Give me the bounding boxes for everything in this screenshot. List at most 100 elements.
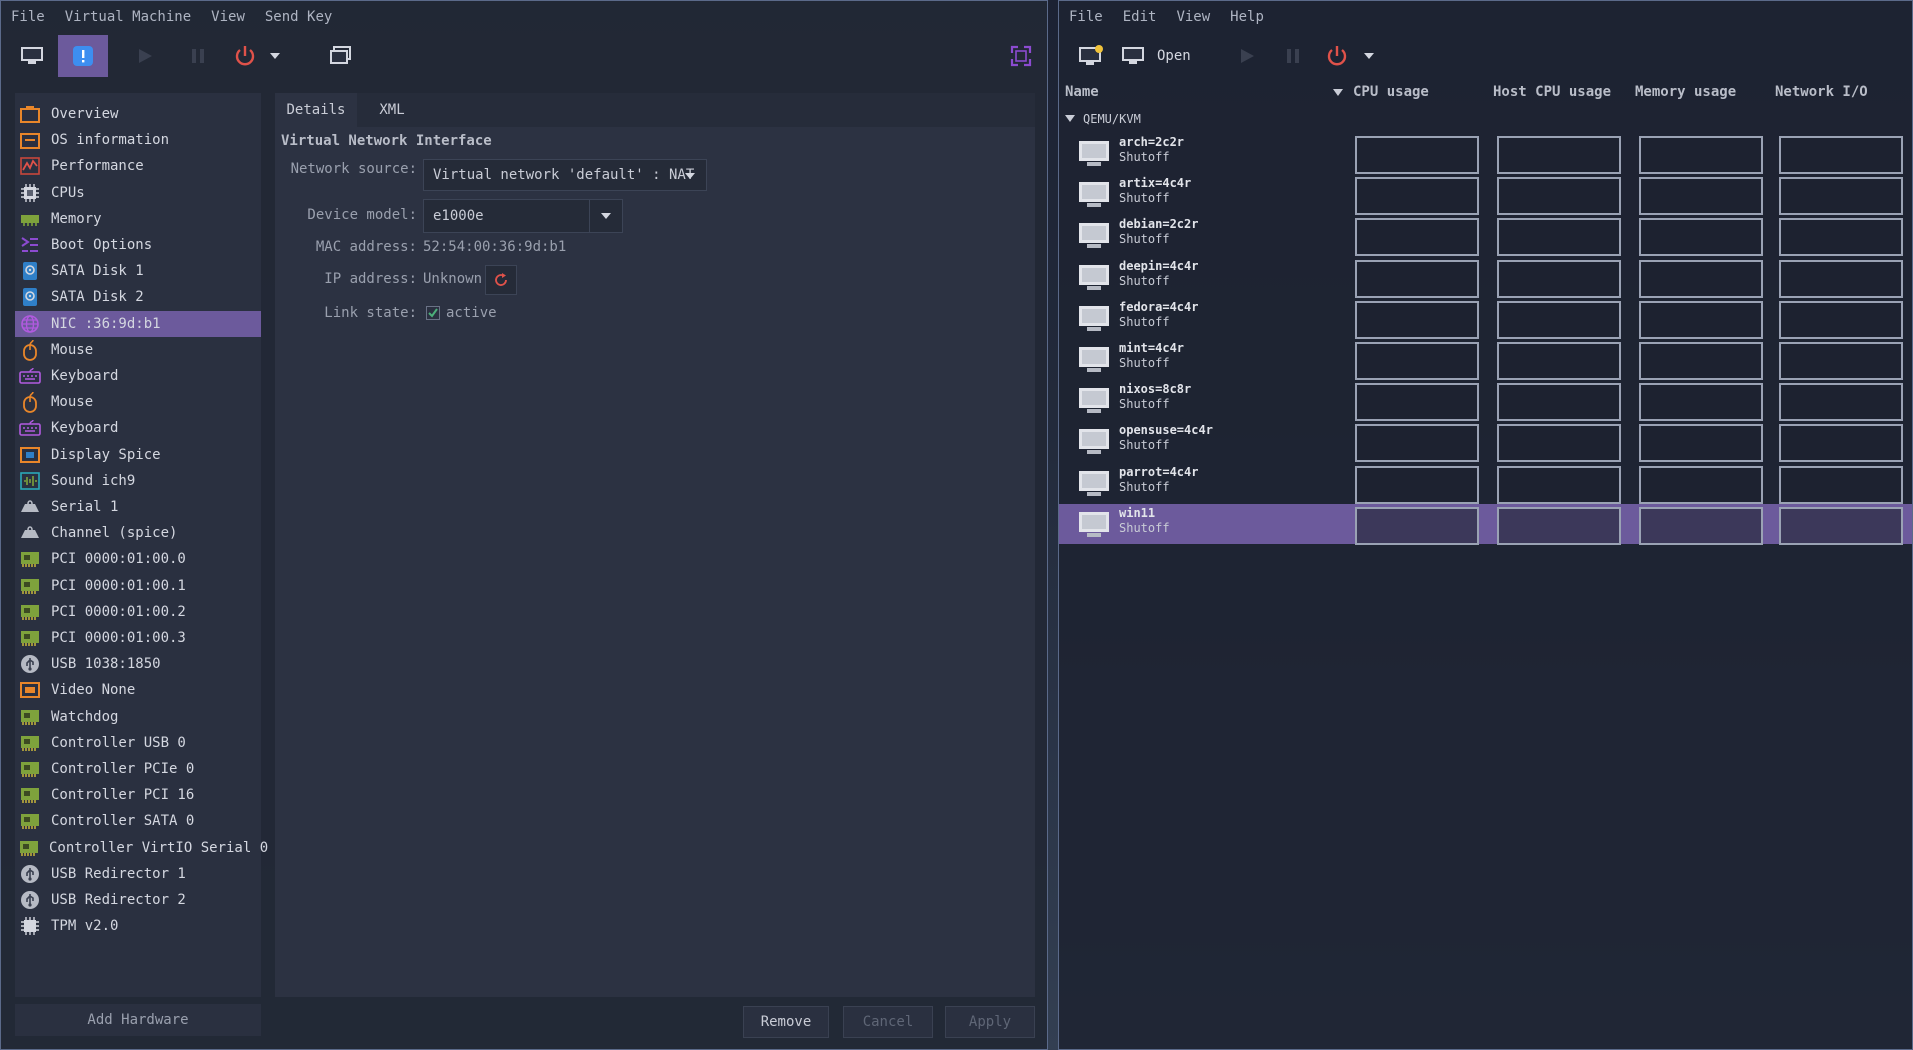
column-host-cpu-usage[interactable]: Host CPU usage <box>1493 81 1611 103</box>
sidebar-item[interactable]: Display Spice <box>15 442 261 468</box>
vm-monitor-icon <box>1077 304 1111 338</box>
sidebar-item[interactable]: Keyboard <box>15 415 261 441</box>
run-button[interactable] <box>123 35 167 77</box>
sidebar-item[interactable]: Keyboard <box>15 363 261 389</box>
column-memory-usage[interactable]: Memory usage <box>1635 81 1736 103</box>
console-view-button[interactable] <box>10 35 54 77</box>
sidebar-item[interactable]: Memory <box>15 206 261 232</box>
sidebar-item-label: PCI 0000:01:00.3 <box>51 630 186 646</box>
sidebar-item[interactable]: USB Redirector 2 <box>15 887 261 913</box>
video-icon <box>19 679 41 701</box>
sidebar-item[interactable]: Performance <box>15 153 261 179</box>
vm-row[interactable]: arch=2c2r Shutoff <box>1059 133 1912 174</box>
shutdown-menu-button[interactable] <box>1357 35 1381 77</box>
vm-name: artix=4c4r <box>1119 176 1192 191</box>
tab-xml[interactable]: XML <box>359 93 425 127</box>
vm-row[interactable]: opensuse=4c4r Shutoff <box>1059 421 1912 463</box>
open-button[interactable]: Open <box>1121 35 1205 77</box>
sidebar-item[interactable]: TPM v2.0 <box>15 913 261 939</box>
sidebar-item[interactable]: PCI 0000:01:00.3 <box>15 625 261 651</box>
menu-view[interactable]: View <box>201 9 255 25</box>
sidebar-item[interactable]: PCI 0000:01:00.0 <box>15 546 261 572</box>
vm-row[interactable]: artix=4c4r Shutoff <box>1059 174 1912 216</box>
sidebar-item[interactable]: Video None <box>15 677 261 703</box>
details-view-button[interactable] <box>58 35 108 77</box>
add-hardware-button[interactable]: Add Hardware <box>15 1004 261 1036</box>
host-cpu-usage-graph <box>1497 177 1621 216</box>
sidebar-item[interactable]: Controller VirtIO Serial 0 <box>15 835 268 861</box>
menu-send-key[interactable]: Send Key <box>255 9 342 25</box>
sidebar-item[interactable]: Controller PCI 16 <box>15 782 261 808</box>
memory-usage-graph <box>1639 342 1763 380</box>
network-io-graph <box>1779 342 1903 380</box>
cpu-usage-graph <box>1355 177 1479 216</box>
sidebar-item[interactable]: NIC :36:9d:b1 <box>15 310 261 337</box>
sidebar-item-label: NIC :36:9d:b1 <box>51 315 161 332</box>
column-cpu-usage[interactable]: CPU usage <box>1353 81 1429 103</box>
menu-file[interactable]: File <box>1 9 55 25</box>
new-vm-button[interactable] <box>1069 35 1113 77</box>
menu-view[interactable]: View <box>1166 9 1220 25</box>
menu-edit[interactable]: Edit <box>1113 9 1167 25</box>
sidebar-item[interactable]: Controller USB 0 <box>15 730 261 756</box>
shutdown-button[interactable] <box>1315 35 1359 77</box>
serial-icon <box>19 496 41 518</box>
sidebar-item[interactable]: CPUs <box>15 180 261 206</box>
device-model-dropdown-button[interactable] <box>589 199 623 233</box>
memory-usage-graph <box>1639 218 1763 257</box>
menu-file[interactable]: File <box>1059 9 1113 25</box>
snapshots-button[interactable] <box>319 35 363 77</box>
sidebar-item[interactable]: Controller PCIe 0 <box>15 756 261 782</box>
sidebar-item[interactable]: Sound ich9 <box>15 468 261 494</box>
menu-virtual-machine[interactable]: Virtual Machine <box>55 9 201 25</box>
sidebar-item[interactable]: Watchdog <box>15 704 261 730</box>
column-name[interactable]: Name <box>1065 81 1355 103</box>
sidebar-item[interactable]: USB Redirector 1 <box>15 861 261 887</box>
vm-row[interactable]: mint=4c4r Shutoff <box>1059 339 1912 380</box>
run-button[interactable] <box>1225 35 1269 77</box>
expander-down-icon <box>1065 115 1075 122</box>
sidebar-item[interactable]: USB 1038:1850 <box>15 651 261 677</box>
memory-usage-graph <box>1639 300 1763 339</box>
sidebar-item[interactable]: Overview <box>15 101 261 127</box>
vm-row[interactable]: deepin=4c4r Shutoff <box>1059 257 1912 298</box>
vm-monitor-icon <box>1077 180 1111 214</box>
tab-details[interactable]: Details <box>275 93 357 127</box>
sidebar-item[interactable]: SATA Disk 1 <box>15 258 261 284</box>
column-network-io[interactable]: Network I/O <box>1775 81 1868 103</box>
sidebar-item[interactable]: Mouse <box>15 389 261 415</box>
cancel-button[interactable]: Cancel <box>843 1006 933 1038</box>
shutdown-menu-button[interactable] <box>263 35 287 77</box>
pause-button[interactable] <box>176 35 220 77</box>
vm-row[interactable]: win11 Shutoff <box>1059 503 1912 545</box>
sidebar-item[interactable]: SATA Disk 2 <box>15 284 261 310</box>
shutdown-button[interactable] <box>223 35 267 77</box>
remove-button[interactable]: Remove <box>743 1006 829 1038</box>
sidebar-item[interactable]: Channel (spice) <box>15 520 261 546</box>
apply-button[interactable]: Apply <box>945 1006 1035 1038</box>
pause-button[interactable] <box>1271 35 1315 77</box>
sidebar-item[interactable]: Serial 1 <box>15 494 261 520</box>
sidebar-item[interactable]: Boot Options <box>15 232 261 258</box>
manager-toolbar: Open <box>1059 35 1912 77</box>
vm-row[interactable]: nixos=8c8r Shutoff <box>1059 380 1912 422</box>
memory-usage-graph <box>1639 424 1763 463</box>
connection-row[interactable]: QEMU/KVM <box>1065 109 1141 129</box>
sidebar-item[interactable]: PCI 0000:01:00.2 <box>15 599 261 625</box>
sidebar-item[interactable]: Controller SATA 0 <box>15 808 261 834</box>
sidebar-item[interactable]: PCI 0000:01:00.1 <box>15 573 261 599</box>
fullscreen-button[interactable] <box>999 35 1043 77</box>
vm-row[interactable]: fedora=4c4r Shutoff <box>1059 298 1912 339</box>
link-state-checkbox[interactable] <box>426 306 440 320</box>
menu-help[interactable]: Help <box>1220 9 1274 25</box>
vm-row[interactable]: debian=2c2r Shutoff <box>1059 215 1912 257</box>
sort-descending-icon <box>1333 89 1343 96</box>
vm-row[interactable]: parrot=4c4r Shutoff <box>1059 463 1912 504</box>
vm-monitor-icon <box>1077 510 1111 544</box>
sidebar-item[interactable]: OS information <box>15 127 261 153</box>
mouse-icon <box>19 391 41 414</box>
sidebar-item[interactable]: Mouse <box>15 337 261 363</box>
refresh-ip-button[interactable] <box>485 265 517 295</box>
boot-options-icon <box>19 234 41 256</box>
network-source-dropdown[interactable]: Virtual network 'default' : NAT <box>423 159 707 191</box>
